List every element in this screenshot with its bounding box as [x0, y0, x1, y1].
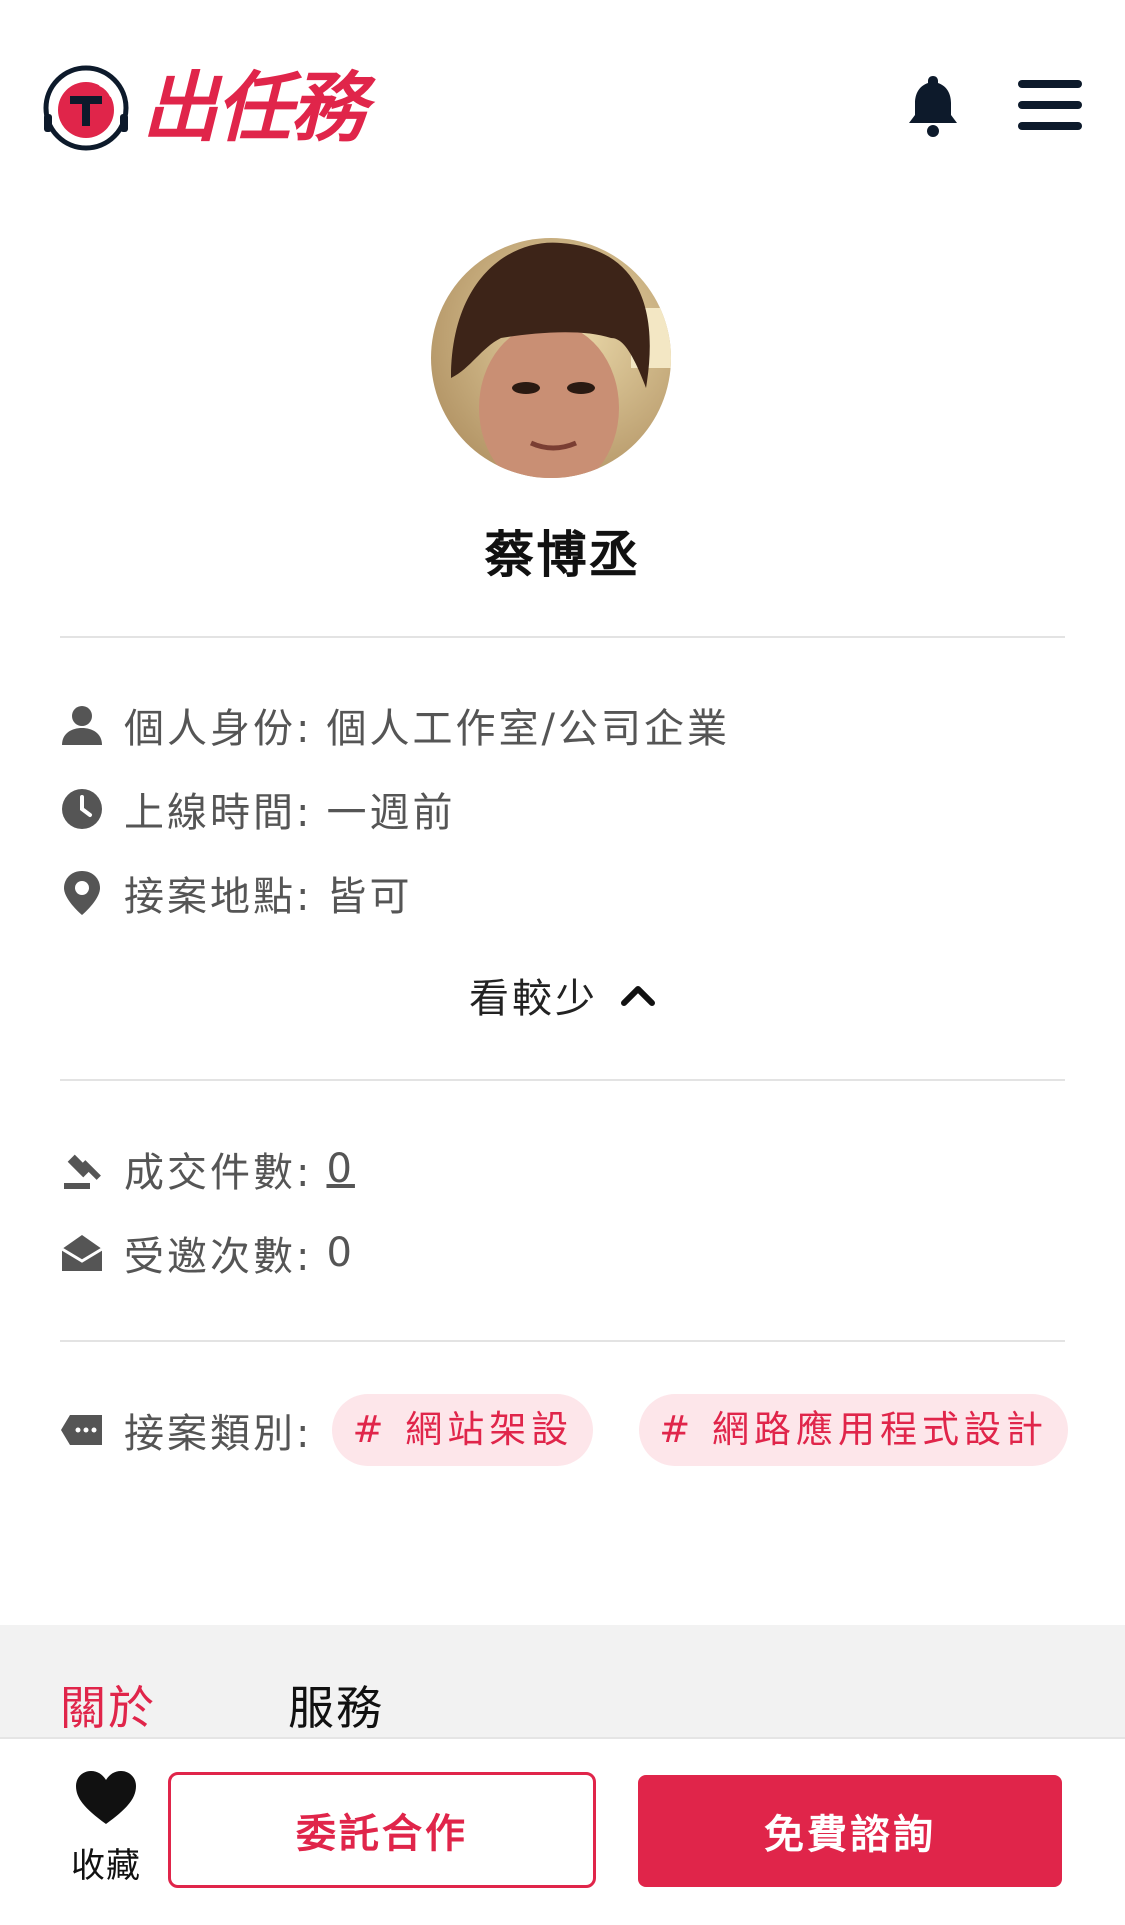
site-logo[interactable]: 出任務	[40, 62, 366, 154]
show-less-label: 看較少	[469, 976, 598, 1022]
profile-tabs	[0, 1625, 1125, 1740]
favorite-button[interactable]: 收藏	[56, 1770, 156, 1887]
online-label: 上線時間:	[124, 790, 313, 836]
top-header: 出任務	[0, 0, 1125, 215]
online-row: 上線時間: 一週前	[60, 781, 455, 837]
tag-icon	[60, 1408, 104, 1452]
heart-icon	[76, 1771, 136, 1824]
invites-value: 0	[326, 1230, 355, 1276]
envelope-open-icon	[60, 1231, 104, 1275]
divider	[60, 1079, 1065, 1081]
clock-icon	[60, 787, 104, 831]
logo-text: 出任務	[142, 63, 366, 152]
category-tag[interactable]: # 網站架設	[332, 1394, 594, 1466]
divider	[60, 1340, 1065, 1342]
divider	[60, 636, 1065, 638]
deals-row: 成交件數: 0	[60, 1141, 355, 1197]
show-less-toggle[interactable]: 看較少	[0, 966, 1125, 1024]
tab-services[interactable]: 服務	[288, 1672, 384, 1738]
astronaut-helmet-icon	[43, 65, 129, 151]
categories-row: 接案類別: # 網站架設 # 網路應用程式設計	[60, 1394, 1069, 1466]
categories-label: 接案類別:	[124, 1411, 313, 1457]
invites-row: 受邀次數: 0	[60, 1225, 355, 1281]
profile-name: 蔡博丞	[484, 526, 641, 584]
category-tag[interactable]: # 網路應用程式設計	[639, 1394, 1069, 1466]
location-row: 接案地點: 皆可	[60, 865, 412, 921]
identity-row: 個人身份: 個人工作室/公司企業	[60, 697, 730, 753]
person-icon	[60, 703, 104, 747]
chevron-up-icon	[621, 986, 655, 1006]
bell-icon[interactable]	[905, 72, 961, 138]
deals-value-link[interactable]: 0	[326, 1146, 354, 1192]
pin-icon	[60, 871, 104, 915]
avatar	[431, 238, 671, 478]
online-value: 一週前	[326, 790, 456, 836]
favorite-label: 收藏	[71, 1846, 141, 1886]
identity-value: 個人工作室/公司企業	[326, 706, 730, 752]
identity-label: 個人身份:	[124, 706, 313, 752]
hamburger-menu-icon[interactable]	[1018, 80, 1082, 130]
gavel-icon	[60, 1147, 104, 1191]
location-label: 接案地點:	[124, 874, 313, 920]
location-value: 皆可	[326, 874, 413, 920]
deals-label: 成交件數:	[124, 1150, 313, 1196]
commission-button[interactable]: 委託合作	[168, 1772, 596, 1888]
free-consult-button[interactable]: 免費諮詢	[638, 1775, 1062, 1887]
invites-label: 受邀次數:	[124, 1234, 313, 1280]
tab-about[interactable]: 關於	[60, 1672, 156, 1738]
